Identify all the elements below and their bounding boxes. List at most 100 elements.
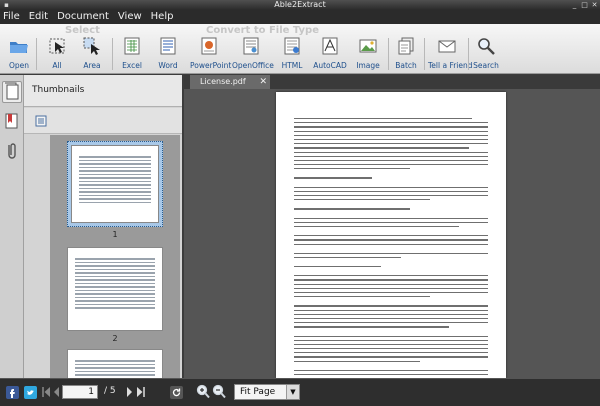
search-icon bbox=[478, 38, 495, 55]
zoom-value: Fit Page bbox=[240, 387, 276, 397]
attachments-tab[interactable] bbox=[2, 141, 22, 163]
last-page-icon[interactable] bbox=[136, 386, 145, 398]
twitter-icon[interactable] bbox=[24, 386, 37, 399]
window-menu-icon[interactable]: ▪ bbox=[2, 1, 11, 9]
page-text-line bbox=[294, 343, 488, 346]
convert-html-button[interactable]: HTML bbox=[278, 36, 306, 70]
folder-icon bbox=[10, 42, 28, 53]
page-text-line bbox=[294, 122, 488, 124]
previous-page-icon[interactable] bbox=[53, 386, 60, 398]
thumbnails-panel: Thumbnails 1 2 bbox=[24, 75, 182, 378]
convert-group-label: Convert to File Type bbox=[206, 25, 319, 36]
thumbnail-page-2[interactable]: 2 bbox=[67, 247, 163, 343]
open-button[interactable]: Open bbox=[6, 36, 32, 70]
convert-excel-button[interactable]: Excel bbox=[118, 36, 146, 70]
html-label: HTML bbox=[281, 61, 303, 70]
page-text-line bbox=[294, 130, 488, 132]
rotate-icon[interactable] bbox=[170, 386, 183, 399]
thumbnail-number: 2 bbox=[112, 334, 118, 343]
select-all-icon bbox=[49, 38, 65, 54]
autocad-icon bbox=[322, 37, 338, 55]
convert-image-button[interactable]: Image bbox=[354, 36, 382, 70]
tell-a-friend-label: Tell a Friend bbox=[428, 61, 473, 70]
page-text-line bbox=[294, 309, 488, 311]
bookmarks-tab[interactable] bbox=[2, 111, 22, 133]
thumbnail-image bbox=[71, 145, 159, 223]
autocad-label: AutoCAD bbox=[313, 61, 347, 70]
document-page[interactable] bbox=[276, 92, 506, 378]
page-text-line bbox=[294, 225, 459, 228]
excel-label: Excel bbox=[122, 61, 142, 70]
convert-openoffice-button[interactable]: OpenOffice bbox=[232, 36, 274, 70]
page-text-line bbox=[294, 151, 488, 153]
current-page-input[interactable]: 1 bbox=[62, 385, 98, 399]
menu-document[interactable]: Document bbox=[57, 10, 109, 24]
page-text-line bbox=[294, 118, 473, 120]
menu-help[interactable]: Help bbox=[151, 10, 174, 24]
page-text-line bbox=[294, 208, 411, 210]
facebook-icon[interactable] bbox=[6, 386, 19, 399]
page-text-line bbox=[294, 177, 372, 179]
thumbnails-list[interactable]: 1 2 bbox=[50, 135, 180, 378]
zoom-select[interactable]: Fit Page ▼ bbox=[234, 384, 300, 400]
page-text-line bbox=[294, 369, 488, 371]
search-button[interactable]: Search bbox=[472, 36, 500, 70]
select-all-button[interactable]: All bbox=[44, 36, 70, 70]
menu-file[interactable]: File bbox=[3, 10, 20, 24]
page-text-line bbox=[294, 217, 488, 219]
tell-a-friend-button[interactable]: Tell a Friend bbox=[428, 36, 473, 70]
page-text-line bbox=[294, 195, 488, 197]
next-page-icon[interactable] bbox=[126, 386, 133, 398]
convert-word-button[interactable]: Word bbox=[154, 36, 182, 70]
batch-icon bbox=[398, 37, 414, 55]
thumbnail-number: 1 bbox=[112, 230, 118, 239]
thumbnails-tab[interactable] bbox=[2, 81, 22, 103]
page-text-line bbox=[294, 221, 488, 223]
select-area-button[interactable]: Area bbox=[78, 36, 106, 70]
chevron-down-icon: ▼ bbox=[286, 385, 299, 399]
pages-icon bbox=[5, 82, 19, 100]
word-icon bbox=[160, 37, 176, 55]
menu-edit[interactable]: Edit bbox=[29, 10, 48, 24]
page-text-line bbox=[294, 155, 488, 157]
minimize-icon[interactable]: _ bbox=[570, 1, 579, 9]
thumbnail-page-1[interactable]: 1 bbox=[67, 141, 163, 239]
first-page-icon[interactable] bbox=[42, 386, 51, 398]
openoffice-label: OpenOffice bbox=[232, 61, 274, 70]
title-bar: Able2Extract ▪ _ □ ✕ bbox=[0, 0, 600, 10]
page-text-line bbox=[294, 134, 488, 136]
page-text-line bbox=[294, 322, 488, 324]
convert-autocad-button[interactable]: AutoCAD bbox=[312, 36, 348, 70]
sidebar-tab-strip bbox=[0, 75, 24, 378]
page-text-line bbox=[294, 283, 488, 285]
thumbnail-options-icon[interactable] bbox=[34, 114, 48, 128]
document-viewer[interactable]: License.pdf ✕ bbox=[184, 75, 600, 378]
batch-button[interactable]: Batch bbox=[392, 36, 420, 70]
select-group-label: Select bbox=[65, 25, 100, 36]
thumbnail-page-3[interactable] bbox=[67, 349, 163, 378]
convert-powerpoint-button[interactable]: PowerPoint bbox=[190, 36, 232, 70]
page-text-line bbox=[294, 252, 488, 254]
zoom-out-icon[interactable] bbox=[212, 384, 226, 399]
close-tab-icon[interactable]: ✕ bbox=[259, 75, 267, 89]
select-area-icon bbox=[83, 37, 100, 55]
image-label: Image bbox=[356, 61, 380, 70]
zoom-in-icon[interactable] bbox=[196, 384, 210, 399]
page-text-line bbox=[294, 287, 488, 289]
page-text-line bbox=[294, 186, 488, 188]
thumbnail-image bbox=[67, 349, 163, 378]
page-text-line bbox=[294, 326, 450, 328]
thumbnails-toolbar bbox=[24, 108, 182, 134]
menu-view[interactable]: View bbox=[118, 10, 142, 24]
select-area-label: Area bbox=[83, 61, 101, 70]
document-tab[interactable]: License.pdf ✕ bbox=[190, 75, 270, 89]
bookmark-icon bbox=[5, 113, 18, 129]
toolbar-separator bbox=[468, 38, 469, 70]
maximize-icon[interactable]: □ bbox=[580, 1, 589, 9]
close-window-icon[interactable]: ✕ bbox=[590, 1, 599, 9]
select-all-label: All bbox=[52, 61, 62, 70]
page-text-line bbox=[294, 168, 411, 170]
powerpoint-label: PowerPoint bbox=[190, 61, 232, 70]
page-text-line bbox=[294, 266, 382, 268]
openoffice-icon bbox=[243, 37, 259, 55]
